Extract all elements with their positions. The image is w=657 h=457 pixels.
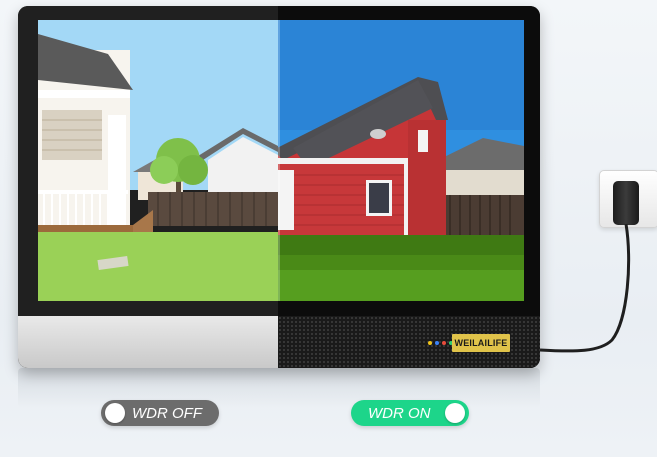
- wdr-off-label: WDR OFF: [132, 404, 202, 422]
- wdr-on-label: WDR ON: [368, 404, 431, 422]
- toggle-knob: [445, 403, 465, 423]
- wdr-off-toggle[interactable]: WDR OFF: [101, 400, 219, 426]
- wdr-on-toggle[interactable]: WDR ON: [351, 400, 469, 426]
- wdr-on-view: [278, 20, 524, 301]
- wdr-off-scene: [38, 20, 278, 301]
- power-plug: [613, 181, 639, 225]
- toggle-knob: [105, 403, 125, 423]
- led-yellow: [428, 341, 432, 345]
- wdr-on-scene: [278, 20, 524, 301]
- split-divider: [278, 20, 280, 301]
- monitor: [18, 6, 540, 368]
- monitor-base-left: [18, 316, 278, 368]
- led-red: [442, 341, 446, 345]
- wdr-off-view: [38, 20, 278, 301]
- status-leds: [428, 341, 453, 345]
- camera-screen: [38, 20, 524, 301]
- brand-badge: WEILAILIFE: [452, 334, 510, 352]
- led-blue: [435, 341, 439, 345]
